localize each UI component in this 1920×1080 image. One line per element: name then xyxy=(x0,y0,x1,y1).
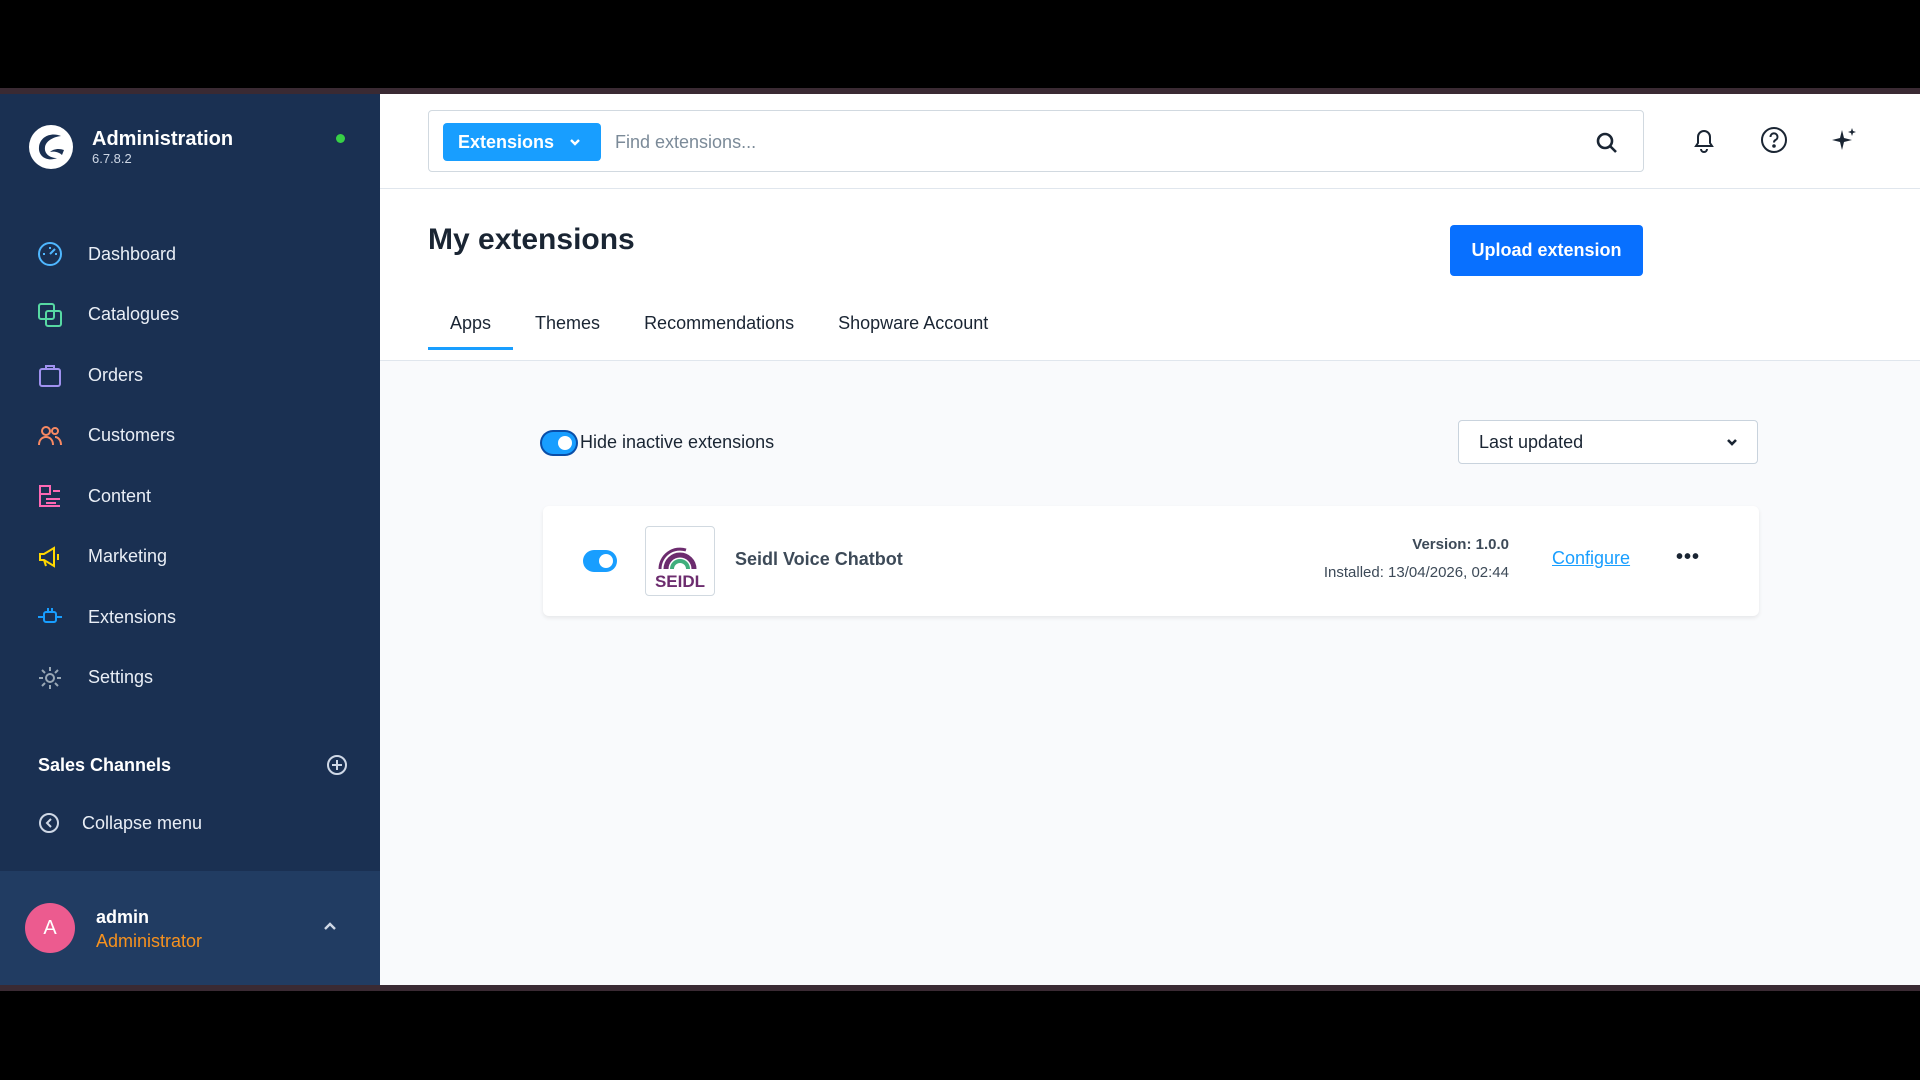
content-icon xyxy=(36,482,64,510)
logo-text: SEIDL xyxy=(655,572,705,591)
extension-name: Seidl Voice Chatbot xyxy=(735,549,903,569)
collapse-menu-label: Collapse menu xyxy=(82,812,203,833)
sidebar-item-label: Content xyxy=(88,485,152,506)
add-sales-channel-icon[interactable] xyxy=(326,754,348,776)
help-icon[interactable] xyxy=(1760,126,1788,154)
top-bar: Extensions xyxy=(380,94,1920,189)
sidebar-item-extensions[interactable]: Extensions xyxy=(0,587,380,648)
search-icon[interactable] xyxy=(1595,131,1619,155)
sidebar-item-customers[interactable]: Customers xyxy=(0,406,380,467)
sidebar-item-content[interactable]: Content xyxy=(0,466,380,527)
sidebar-item-label: Marketing xyxy=(88,546,168,567)
brand-version: 6.7.8.2 xyxy=(92,151,132,166)
page-header: My extensions Upload extension Apps Them… xyxy=(380,189,1920,361)
more-options-icon[interactable]: ••• xyxy=(1676,546,1700,569)
sidebar-item-catalogues[interactable]: Catalogues xyxy=(0,285,380,346)
ai-sparkle-icon[interactable] xyxy=(1830,126,1858,154)
shopware-logo-icon xyxy=(29,125,73,169)
sales-channels-title: Sales Channels xyxy=(38,754,172,775)
sidebar-item-marketing[interactable]: Marketing xyxy=(0,527,380,588)
extension-tabs: Apps Themes Recommendations Shopware Acc… xyxy=(428,301,1010,350)
sidebar-item-label: Dashboard xyxy=(88,243,177,264)
chevron-down-icon xyxy=(1727,439,1737,446)
sidebar-item-dashboard[interactable]: Dashboard xyxy=(0,224,380,285)
extension-active-toggle[interactable] xyxy=(583,550,617,572)
configure-link[interactable]: Configure xyxy=(1552,548,1630,569)
main-navigation: Dashboard Catalogues Orders Customers Co… xyxy=(0,224,380,708)
letterbox-bottom xyxy=(0,985,1920,1080)
settings-icon xyxy=(36,664,64,692)
orders-icon xyxy=(36,361,64,389)
tab-recommendations[interactable]: Recommendations xyxy=(622,301,816,349)
sidebar: Administration 6.7.8.2 Dashboard Catalog… xyxy=(0,94,380,985)
search-input[interactable] xyxy=(615,125,1575,159)
admin-app: Administration 6.7.8.2 Dashboard Catalog… xyxy=(0,94,1920,985)
letterbox-top xyxy=(0,0,1920,88)
search-type-label: Extensions xyxy=(458,131,555,152)
extension-version: Version: 1.0.0 xyxy=(1412,536,1509,553)
brand-title: Administration xyxy=(92,128,234,150)
upload-extension-button[interactable]: Upload extension xyxy=(1450,225,1643,276)
sidebar-item-label: Catalogues xyxy=(88,304,180,325)
collapse-menu-button[interactable]: Collapse menu xyxy=(38,812,202,834)
letterbox-bottom-edge xyxy=(0,985,1920,991)
extension-card: SEIDL Seidl Voice Chatbot Version: 1.0.0… xyxy=(543,506,1759,616)
sidebar-item-orders[interactable]: Orders xyxy=(0,345,380,406)
hide-inactive-toggle[interactable] xyxy=(542,432,576,454)
extensions-icon xyxy=(36,603,64,631)
chevron-up-icon[interactable] xyxy=(320,916,340,936)
sidebar-item-label: Orders xyxy=(88,364,144,385)
avatar: A xyxy=(25,903,75,953)
catalogue-icon xyxy=(36,301,64,329)
tab-shopware-account[interactable]: Shopware Account xyxy=(816,301,1010,349)
user-panel[interactable]: A admin Administrator xyxy=(0,871,380,985)
page-title: My extensions xyxy=(428,223,635,256)
collapse-arrow-icon xyxy=(39,813,59,833)
sort-select[interactable]: Last updated xyxy=(1458,420,1758,464)
sidebar-item-label: Extensions xyxy=(88,606,177,627)
hide-inactive-label: Hide inactive extensions xyxy=(580,432,775,452)
search-type-dropdown[interactable]: Extensions xyxy=(443,123,601,161)
global-search: Extensions xyxy=(428,110,1644,172)
extension-logo: SEIDL xyxy=(645,526,715,596)
customers-icon xyxy=(36,422,64,450)
chevron-down-icon xyxy=(570,139,580,146)
sales-channels-header: Sales Channels xyxy=(38,754,348,776)
marketing-icon xyxy=(36,543,64,571)
dashboard-icon xyxy=(36,240,64,268)
user-name: admin xyxy=(96,907,150,927)
brand[interactable]: Administration 6.7.8.2 xyxy=(28,124,233,170)
sort-select-value: Last updated xyxy=(1479,431,1584,452)
online-status-icon xyxy=(336,134,345,143)
main-content: Extensions My extensions Upload extensio… xyxy=(380,94,1920,985)
sidebar-item-settings[interactable]: Settings xyxy=(0,648,380,709)
tab-apps[interactable]: Apps xyxy=(428,301,514,350)
sidebar-item-label: Customers xyxy=(88,425,176,446)
user-role: Administrator xyxy=(96,931,203,951)
seidl-logo-icon: SEIDL xyxy=(655,547,705,591)
notifications-bell-icon[interactable] xyxy=(1690,126,1718,154)
tab-themes[interactable]: Themes xyxy=(513,301,622,349)
sidebar-item-label: Settings xyxy=(88,667,154,688)
filter-row: Hide inactive extensions Last updated xyxy=(540,420,1760,464)
extension-installed-date: Installed: 13/04/2026, 02:44 xyxy=(1323,564,1509,581)
